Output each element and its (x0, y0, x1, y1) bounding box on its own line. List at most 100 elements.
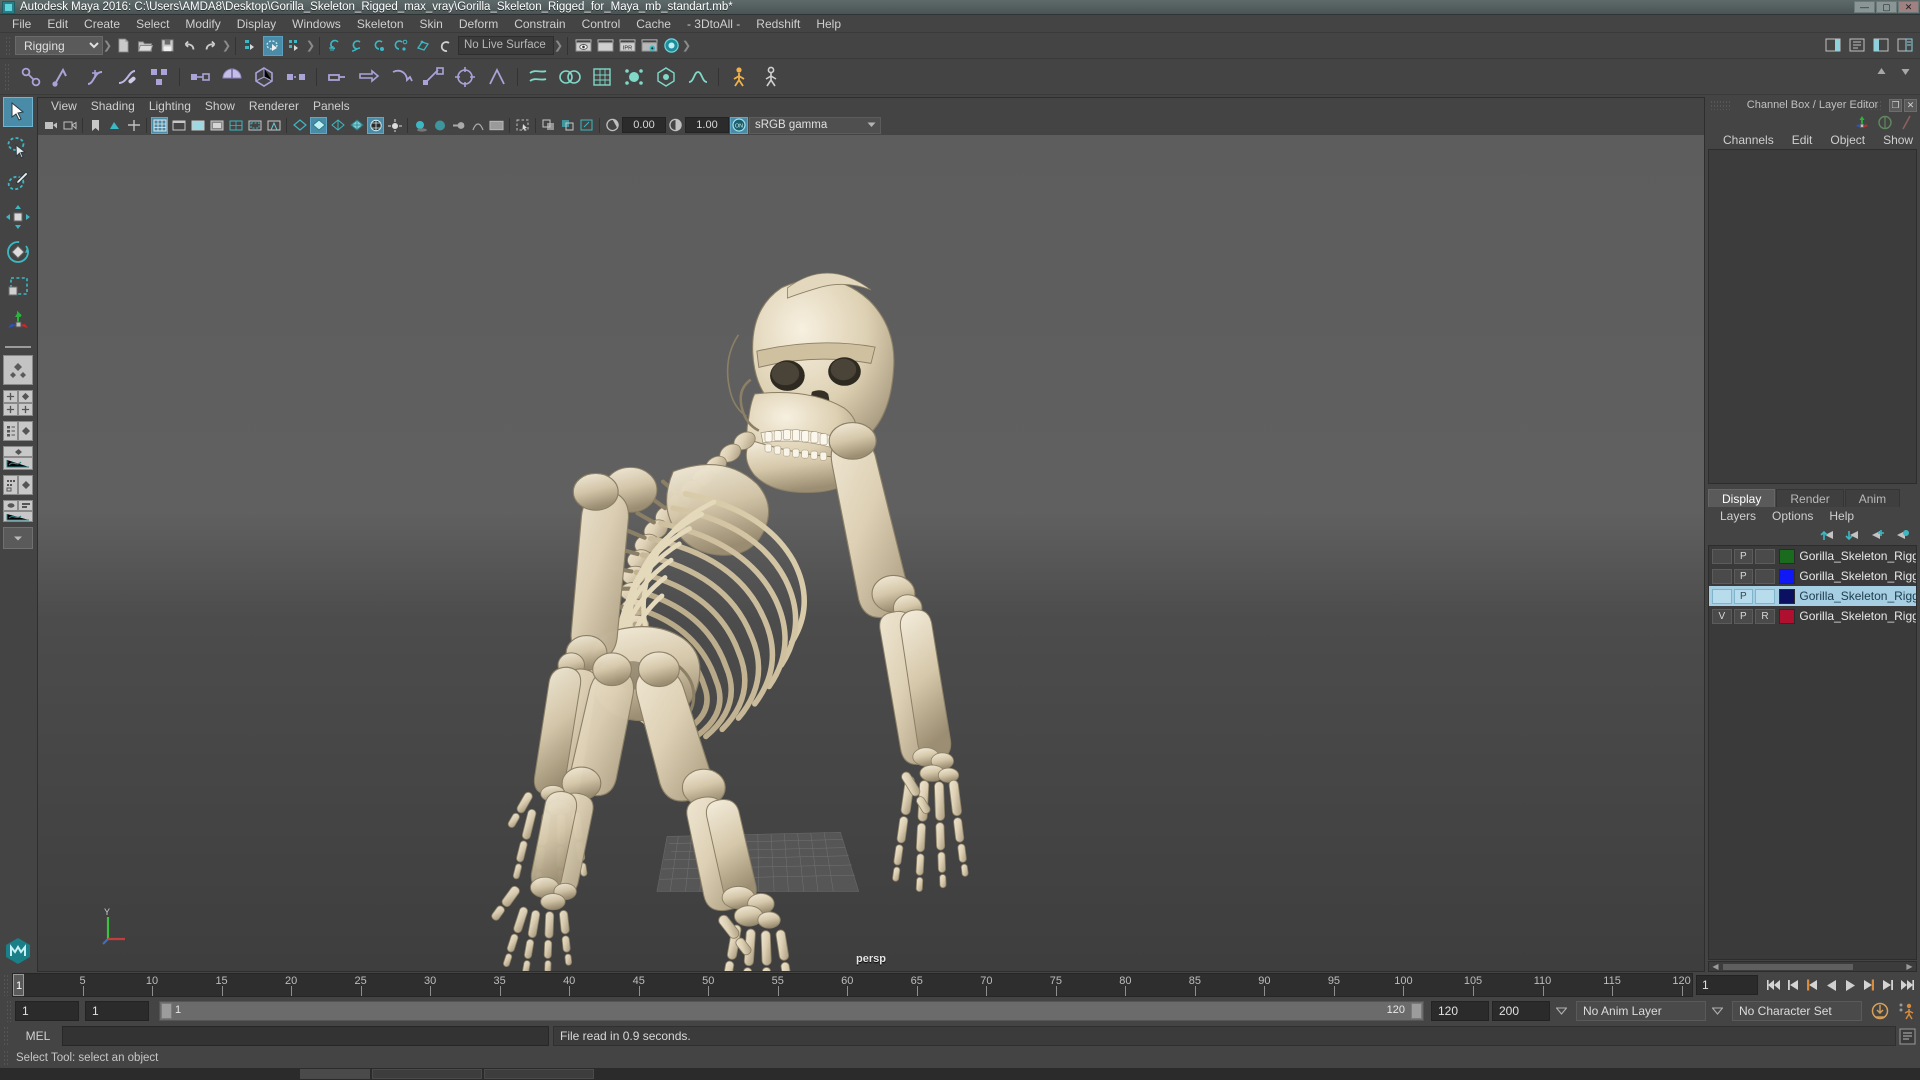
auto-key-icon[interactable] (1870, 1001, 1890, 1021)
character-set-dropdown-arrow[interactable] (1712, 1007, 1723, 1015)
field-chart-icon[interactable] (227, 117, 244, 134)
layer-list-horizontal-scrollbar[interactable]: ◀ ▶ (1708, 961, 1917, 972)
panel-menu-show[interactable]: Show (198, 98, 242, 115)
detach-skin-icon[interactable] (281, 62, 311, 92)
sidebar-toggle-icon[interactable] (1823, 35, 1843, 55)
bookmark-icon[interactable] (87, 117, 104, 134)
four-view-layout[interactable] (3, 390, 33, 416)
pole-vector-icon[interactable] (482, 62, 512, 92)
menu-windows[interactable]: Windows (284, 15, 349, 33)
anim-layer-dropdown-arrow[interactable] (1556, 1007, 1567, 1015)
xray-icon[interactable] (540, 117, 557, 134)
ik-spline-handle-icon[interactable] (80, 62, 110, 92)
panel-menu-renderer[interactable]: Renderer (242, 98, 306, 115)
lasso-select-tool[interactable] (3, 132, 33, 162)
rotate-tool[interactable] (3, 237, 33, 267)
insert-joint-icon[interactable] (112, 62, 142, 92)
select-component-icon[interactable] (285, 36, 305, 56)
scrollbar-thumb[interactable] (1723, 964, 1853, 970)
channel-box-grip-left[interactable] (1710, 100, 1732, 110)
options-menu[interactable]: Options (1764, 507, 1821, 525)
taskbar-item-1[interactable] (300, 1069, 370, 1079)
wrap-icon[interactable] (651, 62, 681, 92)
menu-edit[interactable]: Edit (39, 15, 76, 33)
layer-playback-toggle[interactable]: P (1733, 588, 1754, 604)
taskbar-item-3[interactable] (484, 1069, 594, 1079)
depth-of-field-icon[interactable] (488, 117, 505, 134)
redo-icon[interactable] (201, 36, 221, 56)
scale-constraint-icon[interactable] (418, 62, 448, 92)
statusline-collapse-3[interactable]: ❯ (306, 37, 315, 55)
shade-selected-icon[interactable] (329, 117, 346, 134)
last-tool-used[interactable] (3, 307, 33, 337)
mirror-joint-icon[interactable] (144, 62, 174, 92)
range-end-handle[interactable] (1411, 1003, 1422, 1019)
range-start-handle[interactable] (161, 1003, 172, 1019)
hik-icon[interactable] (756, 62, 786, 92)
menu-redshift[interactable]: Redshift (748, 15, 808, 33)
channel-box-icon[interactable] (1895, 35, 1915, 55)
gate-mask-icon[interactable] (208, 117, 225, 134)
2d-pan-zoom-icon[interactable] (125, 117, 142, 134)
step-forward-keyframe-icon[interactable] (1879, 975, 1897, 995)
new-layer-from-selected-icon[interactable] (1894, 529, 1909, 542)
command-line-grip[interactable] (3, 1026, 10, 1046)
smooth-bind-icon[interactable] (217, 62, 247, 92)
step-back-frame-icon[interactable] (1803, 975, 1821, 995)
channel-box-grip-right[interactable] (1861, 100, 1883, 110)
snap-grid-icon[interactable] (325, 36, 345, 56)
cb-menu-channels[interactable]: Channels (1714, 131, 1783, 149)
range-end-field[interactable]: 120 (1431, 1001, 1489, 1021)
cb-menu-edit[interactable]: Edit (1783, 131, 1822, 149)
menu-select[interactable]: Select (128, 15, 177, 33)
time-slider-grip[interactable] (3, 974, 10, 996)
new-layer-icon[interactable] (1869, 529, 1884, 542)
attribute-editor-icon[interactable] (1847, 35, 1867, 55)
command-input[interactable] (62, 1026, 549, 1046)
taskbar-item-2[interactable] (372, 1069, 482, 1079)
play-backwards-icon[interactable] (1822, 975, 1840, 995)
layer-playback-toggle[interactable]: P (1733, 568, 1754, 584)
character-set-field[interactable]: No Character Set (1732, 1001, 1862, 1021)
step-back-keyframe-icon[interactable] (1784, 975, 1802, 995)
ik-handle-icon[interactable] (48, 62, 78, 92)
layer-name[interactable]: Gorilla_Skeleton_Rigg (1799, 549, 1916, 563)
statusline-grip[interactable] (5, 35, 12, 56)
time-slider[interactable]: 1 5 10 15 20 25 30 35 40 45 50 55 60 65 70 75 80 85 90 95 1… (12, 973, 1693, 997)
layer-visibility-toggle[interactable] (1712, 568, 1732, 584)
hypershade-persp-layout[interactable] (3, 475, 33, 495)
bind-skin-icon[interactable] (185, 62, 215, 92)
snap-view-plane-icon[interactable] (413, 36, 433, 56)
layer-color-swatch[interactable] (1778, 548, 1796, 564)
select-hierarchy-icon[interactable] (241, 36, 261, 56)
layer-row[interactable]: P Gorilla_Skeleton_Rigg (1709, 546, 1916, 566)
tool-settings-icon[interactable] (1871, 35, 1891, 55)
gorilla-skeleton-model[interactable] (38, 135, 1704, 971)
statusline-collapse-2[interactable]: ❯ (222, 37, 231, 55)
quick-rig-icon[interactable] (724, 62, 754, 92)
undo-icon[interactable] (179, 36, 199, 56)
persp-graph-editor-layout[interactable]: ≡ (3, 446, 33, 470)
channel-box-toggle-icon[interactable] (1877, 115, 1893, 130)
tab-render[interactable]: Render (1776, 489, 1844, 507)
show-manipulator-icon[interactable] (1854, 115, 1871, 130)
menu-modify[interactable]: Modify (177, 15, 228, 33)
lattice-icon[interactable] (587, 62, 617, 92)
color-management-toggle-icon[interactable]: ON (730, 116, 748, 134)
gamma-icon[interactable] (667, 117, 684, 134)
camera-attributes-icon[interactable] (61, 117, 78, 134)
menu-skin[interactable]: Skin (412, 15, 451, 33)
resolution-gate-icon[interactable] (189, 117, 206, 134)
menu-cache[interactable]: Cache (628, 15, 679, 33)
menu-3dtoall[interactable]: - 3DtoAll - (679, 15, 748, 33)
interactive-bind-icon[interactable] (249, 62, 279, 92)
safe-action-icon[interactable] (246, 117, 263, 134)
layer-name[interactable]: Gorilla_Skeleton_Rigg (1799, 609, 1916, 623)
wire-icon[interactable] (683, 62, 713, 92)
exposure-icon[interactable] (604, 117, 621, 134)
layer-reference-toggle[interactable]: R (1755, 608, 1775, 624)
render-current-frame-icon[interactable] (595, 36, 615, 56)
render-settings-icon[interactable] (639, 36, 659, 56)
cluster-icon[interactable] (619, 62, 649, 92)
step-forward-frame-icon[interactable] (1860, 975, 1878, 995)
